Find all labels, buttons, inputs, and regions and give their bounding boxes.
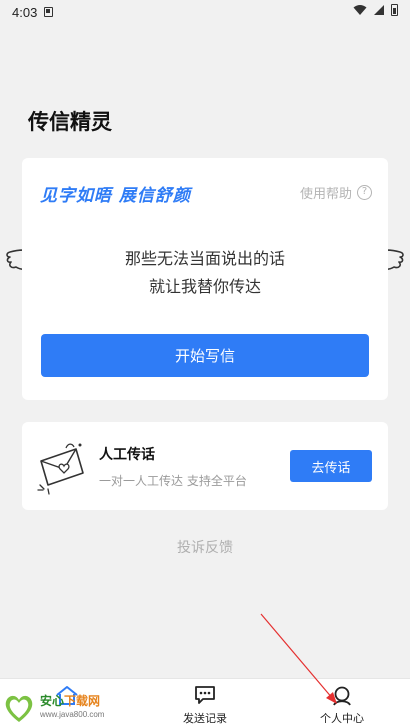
nav-personal-center-label: 个人中心 — [320, 712, 364, 725]
watermark-brand: 安心下载网 — [40, 694, 101, 708]
signal-icon — [374, 5, 384, 15]
envelope-heart-icon — [37, 443, 84, 495]
relay-description: 一对一人工传达 支持全平台 — [99, 474, 247, 488]
watermark-logo: 安心下载网 www.java800.com — [2, 692, 112, 726]
nav-personal-center[interactable]: 个人中心 — [292, 679, 392, 728]
watermark-url: www.java800.com — [40, 710, 105, 719]
chat-bubble-icon — [195, 686, 215, 704]
battery-icon — [391, 4, 398, 16]
message-line-1: 那些无法当面说出的话 — [124, 249, 285, 268]
question-circle-icon: ? — [357, 185, 372, 200]
nav-send-records-label: 发送记录 — [183, 712, 227, 725]
go-relay-button[interactable]: 去传话 — [290, 450, 372, 482]
help-label: 使用帮助 — [299, 187, 352, 202]
slogan-text: 见字如晤 展信舒颜 — [40, 186, 191, 206]
person-icon — [333, 686, 351, 706]
status-icons — [353, 4, 398, 16]
nav-send-records[interactable]: 发送记录 — [155, 679, 255, 728]
status-time: 4:03 — [12, 4, 38, 20]
status-bar: 4:03 — [0, 0, 410, 24]
relay-title: 人工传话 — [99, 447, 155, 463]
wifi-icon — [353, 5, 367, 15]
start-writing-button[interactable]: 开始写信 — [41, 334, 369, 377]
help-link[interactable]: 使用帮助 ? — [300, 183, 372, 202]
notification-icon — [44, 7, 54, 17]
watermark-emblem-icon — [5, 695, 33, 722]
complaint-feedback-link[interactable]: 投诉反馈 — [0, 537, 410, 557]
write-letter-card: 见字如晤 展信舒颜 使用帮助 ? 那些无法当面说出的话 就让我替你传达 开始写信 — [22, 158, 388, 400]
page-title: 传信精灵 — [28, 110, 112, 134]
manual-relay-card: 人工传话 一对一人工传达 支持全平台 去传话 — [22, 422, 388, 510]
message-line-2: 就让我替你传达 — [148, 277, 261, 296]
